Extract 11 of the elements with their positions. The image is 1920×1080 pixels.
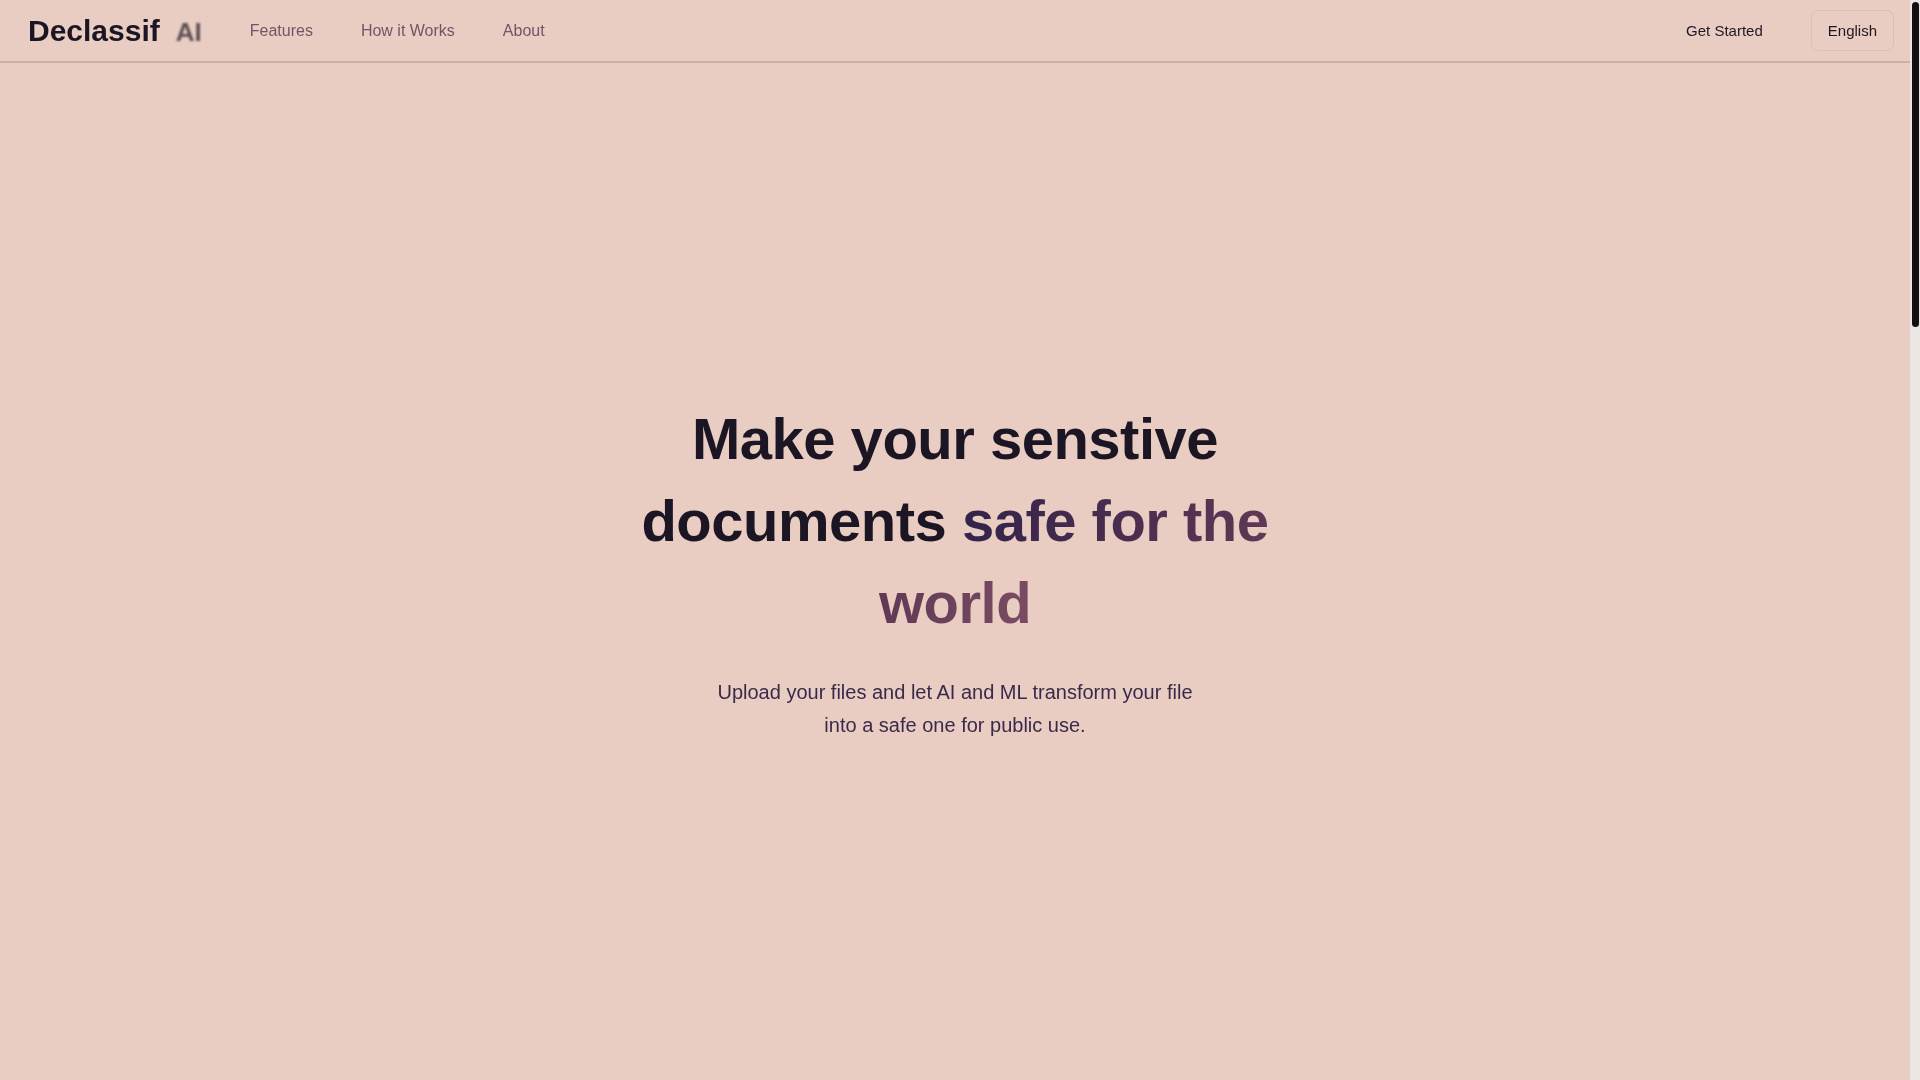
- nav-link[interactable]: About: [502, 21, 545, 40]
- logo-text[interactable]: Declassif: [28, 13, 160, 48]
- nav-link[interactable]: Features: [249, 21, 313, 40]
- subtitle: Upload your files and let AI and ML transform your file into a safe one for public use.: [716, 679, 1194, 738]
- language-button[interactable]: English: [1810, 10, 1894, 51]
- scrollbar-thumb[interactable]: [1911, 2, 1919, 327]
- scrollbar[interactable]: [1910, 0, 1920, 1080]
- headline: Make your senstive documents safe for the world: [640, 404, 1270, 637]
- get-started-button[interactable]: Get Started: [1672, 12, 1777, 49]
- logo-suffix: AI: [175, 16, 202, 48]
- nav-link[interactable]: How it Works: [360, 21, 455, 40]
